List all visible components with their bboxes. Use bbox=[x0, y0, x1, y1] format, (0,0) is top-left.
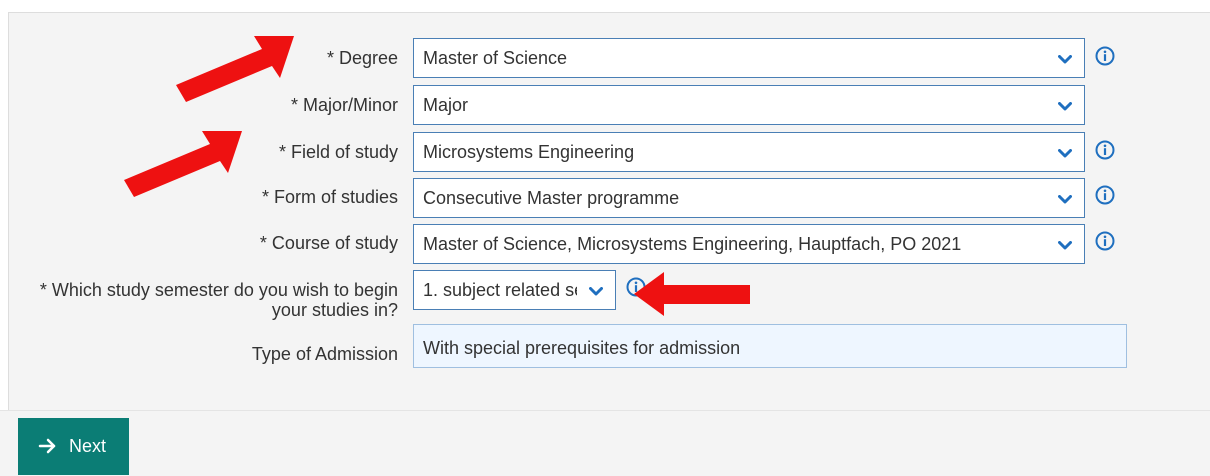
chevron-down-icon bbox=[1058, 149, 1072, 158]
semester-label: * Which study semester do you wish to be… bbox=[39, 280, 398, 320]
form-of-studies-label: * Form of studies bbox=[261, 187, 398, 207]
info-icon[interactable] bbox=[1095, 231, 1115, 251]
action-bar bbox=[0, 410, 1210, 476]
chevron-down-icon bbox=[1058, 102, 1072, 111]
chevron-down-icon bbox=[1058, 55, 1072, 64]
major-minor-select[interactable]: Major bbox=[413, 85, 1085, 125]
chevron-down-icon bbox=[1058, 195, 1072, 204]
course-of-study-label: * Course of study bbox=[259, 233, 398, 253]
major-minor-label: * Major/Minor bbox=[290, 95, 398, 115]
field-of-study-value: Microsystems Engineering bbox=[423, 142, 635, 162]
course-of-study-select[interactable]: Master of Science, Microsystems Engineer… bbox=[413, 224, 1085, 264]
course-of-study-value: Master of Science, Microsystems Engineer… bbox=[423, 234, 962, 254]
major-minor-value: Major bbox=[423, 95, 469, 115]
admission-label: Type of Admission bbox=[251, 344, 398, 364]
red-arrow-semester bbox=[634, 272, 750, 316]
degree-value: Master of Science bbox=[423, 48, 568, 68]
info-icon[interactable] bbox=[1095, 140, 1115, 160]
red-arrow-field-of-study bbox=[124, 131, 242, 197]
semester-value: 1. subject related semester bbox=[423, 280, 577, 300]
chevron-down-icon bbox=[589, 287, 603, 296]
semester-select[interactable]: 1. subject related semester bbox=[413, 270, 616, 310]
next-button-label: Next bbox=[69, 436, 107, 456]
form-of-studies-value: Consecutive Master programme bbox=[423, 188, 680, 208]
degree-label: * Degree bbox=[326, 48, 398, 68]
info-icon[interactable] bbox=[1095, 46, 1115, 66]
chevron-down-icon bbox=[1058, 241, 1072, 250]
admission-field: With special prerequisites for admission bbox=[413, 324, 1127, 368]
field-of-study-label: * Field of study bbox=[278, 142, 398, 162]
admission-value: With special prerequisites for admission bbox=[423, 338, 741, 358]
degree-select[interactable]: Master of Science bbox=[413, 38, 1085, 78]
info-icon[interactable] bbox=[1095, 185, 1115, 205]
arrow-right-icon bbox=[38, 438, 56, 454]
next-button[interactable]: Next bbox=[18, 418, 129, 475]
red-arrow-degree bbox=[176, 36, 294, 102]
form-of-studies-select[interactable]: Consecutive Master programme bbox=[413, 178, 1085, 218]
field-of-study-select[interactable]: Microsystems Engineering bbox=[413, 132, 1085, 172]
